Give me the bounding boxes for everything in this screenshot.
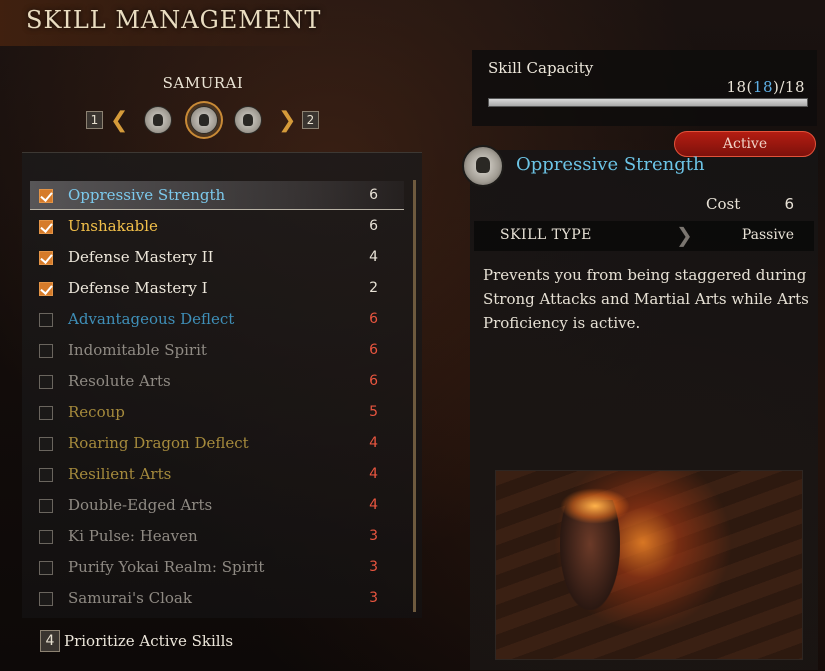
skill-name: Advantageous Deflect: [68, 310, 235, 328]
skill-row[interactable]: Unshakable 6: [30, 212, 404, 241]
skill-cost: 6: [369, 373, 378, 389]
skill-row[interactable]: Purify Yokai Realm: Spirit 3: [30, 553, 404, 582]
skill-checkbox[interactable]: [39, 406, 53, 420]
skill-name: Samurai's Cloak: [68, 589, 192, 607]
skill-name: Resilient Arts: [68, 465, 172, 483]
skill-name: Recoup: [68, 403, 125, 421]
skill-cost: 3: [369, 590, 378, 606]
class-selector: 1 ❮ ❯ 2: [86, 104, 326, 138]
skill-checkbox[interactable]: [39, 468, 53, 482]
class-name: SAMURAI: [162, 74, 244, 92]
skill-name: Double-Edged Arts: [68, 496, 213, 514]
list-scrollbar[interactable]: [413, 180, 416, 612]
skill-checkbox[interactable]: [39, 189, 53, 203]
skill-description: Prevents you from being staggered during…: [483, 266, 809, 332]
skill-name: Roaring Dragon Deflect: [68, 434, 249, 452]
skill-checkbox[interactable]: [39, 561, 53, 575]
skill-checkbox[interactable]: [39, 251, 53, 265]
skill-type-label: SKILL TYPE: [500, 227, 592, 243]
skill-cost: 6: [369, 311, 378, 327]
skill-checkbox[interactable]: [39, 499, 53, 513]
skill-row[interactable]: Resilient Arts 4: [30, 460, 404, 489]
samurai-helmet-icon: [462, 145, 504, 187]
skill-checkbox[interactable]: [39, 592, 53, 606]
skill-cost: 2: [369, 280, 378, 296]
capacity-used: 18: [726, 78, 747, 96]
skill-detail-title: Oppressive Strength: [516, 154, 705, 175]
skill-row[interactable]: Indomitable Spirit 6: [30, 336, 404, 365]
capacity-highlight: 18: [752, 78, 773, 96]
skill-name: Defense Mastery I: [68, 279, 208, 297]
prioritize-active-skills-button[interactable]: 4 Prioritize Active Skills: [40, 630, 233, 654]
skill-cost: 6: [369, 218, 378, 234]
skill-name: Unshakable: [68, 217, 158, 235]
skill-name: Indomitable Spirit: [68, 341, 207, 359]
prioritize-label: Prioritize Active Skills: [64, 632, 234, 650]
skill-checkbox[interactable]: [39, 375, 53, 389]
skill-cost: 4: [369, 466, 378, 482]
skill-capacity-bar: [488, 98, 808, 107]
capacity-max: 18: [784, 78, 805, 96]
skill-row[interactable]: Defense Mastery I 2: [30, 274, 404, 303]
cost-label: Cost: [706, 195, 741, 213]
skill-row[interactable]: Defense Mastery II 4: [30, 243, 404, 272]
skill-preview-image: [495, 470, 803, 660]
skill-cost: 4: [369, 435, 378, 451]
skill-name: Ki Pulse: Heaven: [68, 527, 198, 545]
skill-row[interactable]: Oppressive Strength 6: [30, 181, 404, 210]
skill-type-row: SKILL TYPE ❯ Passive: [474, 221, 814, 251]
skill-name: Defense Mastery II: [68, 248, 214, 266]
skill-row[interactable]: Ki Pulse: Heaven 3: [30, 522, 404, 551]
skill-checkbox[interactable]: [39, 220, 53, 234]
page-title: SKILL MANAGEMENT: [26, 6, 322, 34]
skill-cost: 4: [369, 497, 378, 513]
skill-cost: 6: [369, 187, 378, 203]
skill-name: Oppressive Strength: [68, 186, 226, 204]
prev-class-key[interactable]: 1: [86, 111, 103, 129]
skill-row[interactable]: Roaring Dragon Deflect 4: [30, 429, 404, 458]
next-class-key[interactable]: 2: [302, 111, 319, 129]
skill-row[interactable]: Samurai's Cloak 3: [30, 584, 404, 613]
skill-checkbox[interactable]: [39, 313, 53, 327]
samurai-class-icon-selected[interactable]: [190, 106, 218, 134]
chevron-right-icon: ❯: [676, 223, 693, 247]
skill-checkbox[interactable]: [39, 530, 53, 544]
skill-capacity-label: Skill Capacity: [488, 59, 594, 77]
skill-cost: 3: [369, 559, 378, 575]
skill-checkbox[interactable]: [39, 344, 53, 358]
preview-fire-glow: [560, 488, 630, 524]
skill-row[interactable]: Double-Edged Arts 4: [30, 491, 404, 520]
skill-cost: 3: [369, 528, 378, 544]
cost-row: Cost 6: [474, 190, 814, 220]
skill-cost: 6: [369, 342, 378, 358]
chevron-right-icon[interactable]: ❯: [278, 108, 296, 133]
skill-checkbox[interactable]: [39, 437, 53, 451]
skill-row[interactable]: Resolute Arts 6: [30, 367, 404, 396]
skill-type-value: Passive: [741, 227, 794, 243]
skill-row[interactable]: Advantageous Deflect 6: [30, 305, 404, 334]
skill-capacity-fill: [489, 99, 807, 106]
cost-value: 6: [784, 195, 794, 213]
prioritize-key: 4: [40, 630, 60, 652]
samurai-class-icon-right[interactable]: [234, 106, 262, 134]
skill-cost: 5: [369, 404, 378, 420]
chevron-left-icon[interactable]: ❮: [110, 108, 128, 133]
skill-name: Resolute Arts: [68, 372, 171, 390]
skill-name: Purify Yokai Realm: Spirit: [68, 558, 265, 576]
skill-capacity-value: 18(18)/18: [726, 78, 805, 96]
skill-row[interactable]: Recoup 5: [30, 398, 404, 427]
skill-cost: 4: [369, 249, 378, 265]
samurai-class-icon-left[interactable]: [144, 106, 172, 134]
skill-checkbox[interactable]: [39, 282, 53, 296]
